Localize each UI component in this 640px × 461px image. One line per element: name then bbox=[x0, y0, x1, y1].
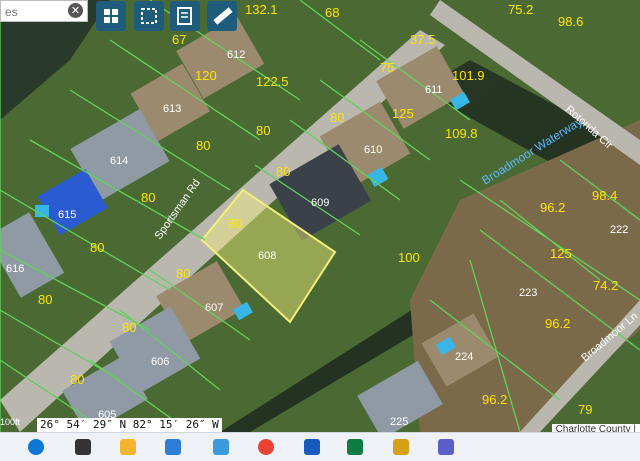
dimension-label: 80 bbox=[70, 372, 84, 387]
grid-icon bbox=[104, 9, 118, 23]
dimension-label: 37.5 bbox=[410, 32, 435, 47]
dimension-label: 79 bbox=[578, 402, 592, 417]
dimension-label: 80 bbox=[330, 110, 344, 125]
dimension-label: 67 bbox=[172, 32, 186, 47]
dimension-label: 80 bbox=[196, 138, 210, 153]
dimension-label: 80 bbox=[141, 190, 155, 205]
file-explorer-icon[interactable] bbox=[120, 439, 136, 455]
lot-label: 612 bbox=[227, 49, 245, 61]
dimension-label: 80 bbox=[122, 320, 136, 335]
dimension-label: 96.2 bbox=[540, 200, 565, 215]
dimension-label: 100 bbox=[398, 250, 420, 265]
lot-label: 225 bbox=[390, 416, 408, 428]
dimension-label: 101.9 bbox=[452, 68, 485, 83]
dimension-label: 98.6 bbox=[558, 14, 583, 29]
dimension-label: 120 bbox=[195, 68, 217, 83]
lot-label: 608 bbox=[258, 250, 276, 262]
lot-label: 614 bbox=[110, 155, 128, 167]
search-input[interactable] bbox=[3, 2, 73, 22]
windows-icon[interactable] bbox=[28, 439, 44, 455]
lot-label: 613 bbox=[163, 103, 181, 115]
dimension-label: 75 bbox=[380, 60, 394, 75]
lot-label: 610 bbox=[364, 144, 382, 156]
lot-label: 606 bbox=[151, 356, 169, 368]
scale-bar: 100ft bbox=[0, 417, 21, 427]
chrome-icon[interactable] bbox=[258, 439, 274, 455]
search-box[interactable]: ✕ bbox=[0, 0, 88, 22]
task-view-icon[interactable] bbox=[165, 439, 181, 455]
dimension-label: 80 bbox=[276, 164, 290, 179]
lot-label: 611 bbox=[425, 84, 443, 96]
dimension-label: 80 bbox=[256, 123, 270, 138]
ruler-icon bbox=[213, 7, 233, 25]
dimension-label: 125 bbox=[550, 246, 572, 261]
select-tool-button[interactable] bbox=[134, 1, 164, 31]
clear-search-icon[interactable]: ✕ bbox=[68, 3, 83, 18]
dimension-label: 96.2 bbox=[482, 392, 507, 407]
dimension-label: 80 bbox=[38, 292, 52, 307]
lot-label: 607 bbox=[205, 302, 223, 314]
windows-taskbar bbox=[0, 432, 640, 461]
grid-tool-button[interactable] bbox=[96, 1, 126, 31]
dimension-label: 68 bbox=[325, 5, 339, 20]
dimension-label: 75.2 bbox=[508, 2, 533, 17]
dimension-label: 125 bbox=[392, 106, 414, 121]
measure-tool-button[interactable] bbox=[207, 1, 237, 31]
files-icon[interactable] bbox=[393, 439, 409, 455]
dimension-label: 96.2 bbox=[545, 316, 570, 331]
dimension-label: 98.4 bbox=[592, 188, 617, 203]
word-icon[interactable] bbox=[304, 439, 320, 455]
lot-label: 223 bbox=[519, 287, 537, 299]
lot-label: 222 bbox=[610, 224, 628, 236]
lot-label: 615 bbox=[58, 209, 76, 221]
search-icon[interactable] bbox=[75, 439, 91, 455]
excel-icon[interactable] bbox=[347, 439, 363, 455]
mail-icon[interactable] bbox=[438, 439, 454, 455]
select-box-icon bbox=[141, 8, 157, 24]
dimension-label: 80 bbox=[90, 240, 104, 255]
lot-label: 224 bbox=[455, 351, 473, 363]
lot-label: 616 bbox=[6, 263, 24, 275]
coordinates-readout: 26° 54′ 29″ N 82° 15′ 26″ W bbox=[37, 418, 222, 432]
dimension-label: 74.2 bbox=[593, 278, 618, 293]
dimension-label: 109.8 bbox=[445, 126, 478, 141]
edge-icon[interactable] bbox=[213, 439, 229, 455]
lot-label: 609 bbox=[311, 197, 329, 209]
notes-tool-button[interactable] bbox=[170, 1, 200, 31]
dimension-label: 80 bbox=[176, 266, 190, 281]
notes-edit-icon bbox=[177, 7, 192, 25]
dimension-label: 132.1 bbox=[245, 2, 278, 17]
dimension-label: 122.5 bbox=[256, 74, 289, 89]
dimension-label: 80 bbox=[228, 216, 242, 231]
parcel-map[interactable]: 612 613 614 615 616 611 610 609 608 607 … bbox=[0, 0, 640, 432]
